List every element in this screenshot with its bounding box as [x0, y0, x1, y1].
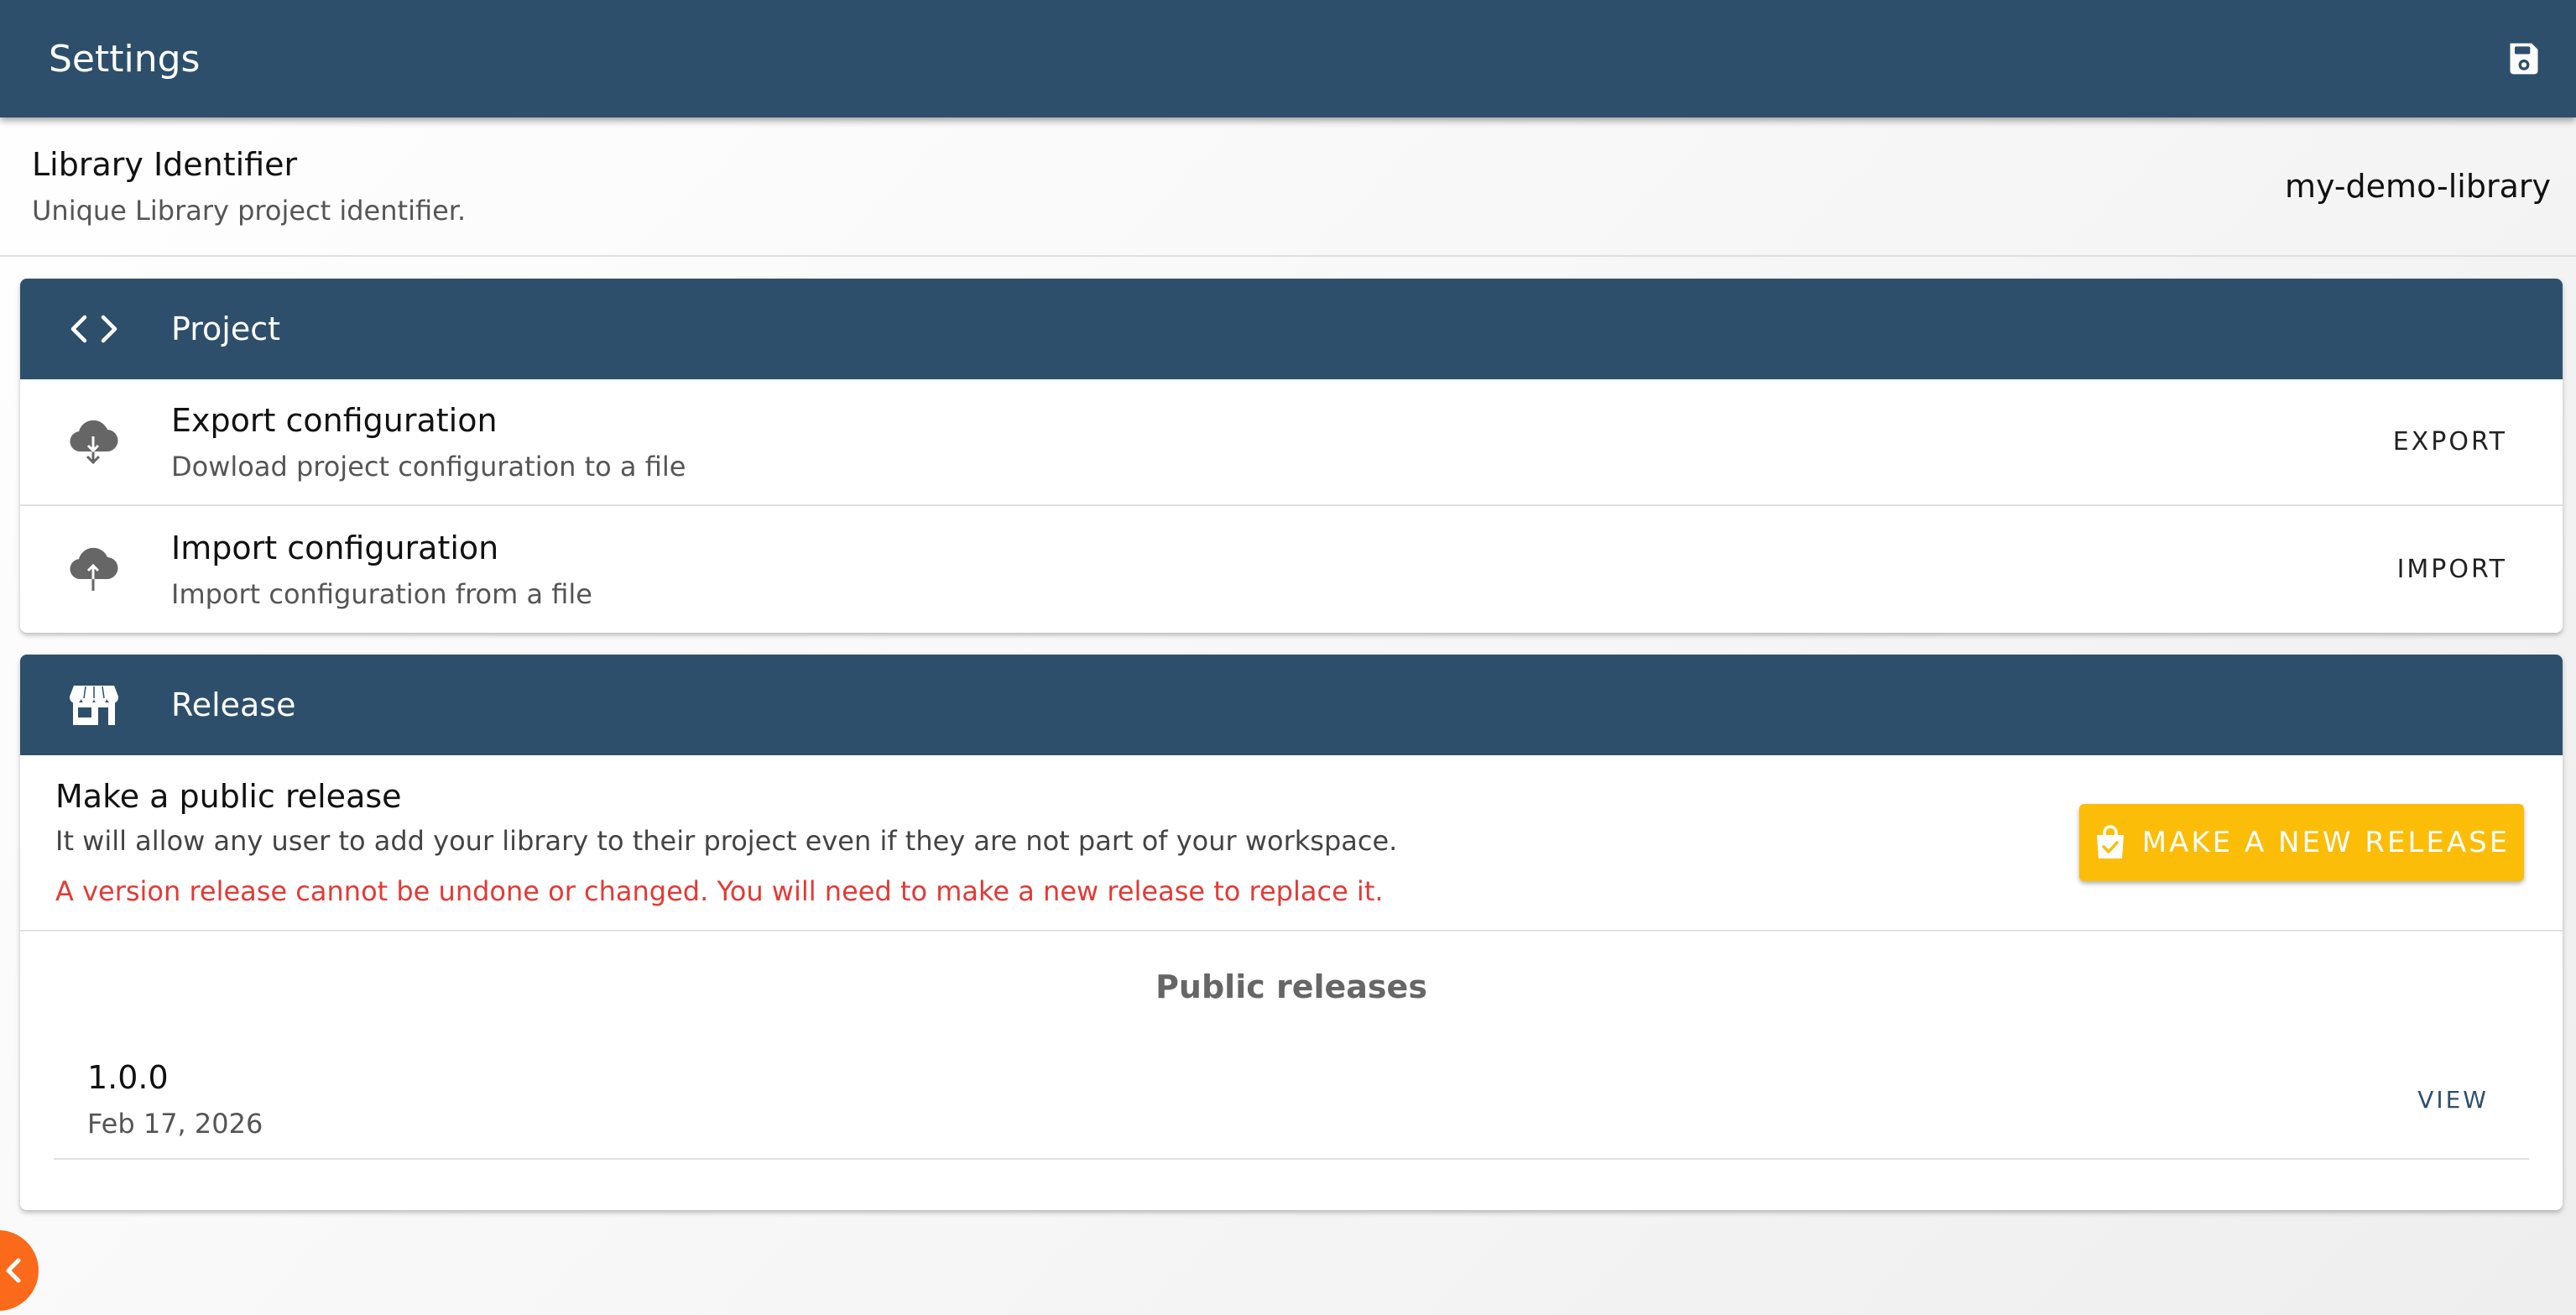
library-identifier-description: Unique Library project identifier. [32, 195, 467, 227]
make-new-release-label: MAKE A NEW RELEASE [2141, 826, 2511, 859]
project-card-header: Project [20, 279, 2563, 379]
library-identifier-value: my-demo-library [2285, 168, 2551, 205]
release-version: 1.0.0 [87, 1059, 169, 1096]
export-button[interactable]: EXPORT [2368, 410, 2563, 473]
cloud-upload-icon [70, 547, 118, 591]
save-button[interactable] [2497, 32, 2551, 86]
shopping-bag-check-icon [2096, 825, 2124, 858]
export-configuration-title: Export configuration [171, 401, 498, 439]
make-release-description: It will allow any user to add your libra… [55, 825, 1398, 857]
make-release-heading: Make a public release [55, 778, 402, 815]
app-header: Settings [0, 0, 2576, 117]
view-release-button[interactable]: VIEW [2417, 1086, 2489, 1114]
export-configuration-item: Export configuration Dowload project con… [20, 379, 2563, 506]
release-date: Feb 17, 2026 [87, 1108, 263, 1140]
release-card: Release Make a public release It will al… [20, 655, 2563, 1210]
library-identifier-row: Library Identifier Unique Library projec… [0, 117, 2576, 257]
import-configuration-item: Import configuration Import configuratio… [20, 506, 2563, 633]
save-icon [2510, 43, 2538, 75]
import-button[interactable]: IMPORT [2372, 538, 2563, 601]
release-warning-text: A version release cannot be undone or ch… [55, 875, 1384, 907]
export-configuration-description: Dowload project configuration to a file [171, 450, 686, 483]
make-release-section: Make a public release It will allow any … [20, 755, 2563, 931]
public-releases-title: Public releases [1155, 968, 1427, 1005]
page-title: Settings [49, 37, 201, 81]
import-configuration-description: Import configuration from a file [171, 577, 592, 610]
project-card: Project Export configuration Dowload pro… [20, 279, 2563, 633]
library-identifier-label: Library Identifier [32, 146, 298, 183]
project-card-title: Project [171, 310, 281, 347]
release-list-item: 1.0.0 Feb 17, 2026 VIEW [54, 1041, 2529, 1160]
cloud-download-icon [70, 420, 118, 464]
release-card-header: Release [20, 655, 2563, 755]
import-configuration-title: Import configuration [171, 529, 499, 566]
release-card-title: Release [171, 686, 296, 723]
chevron-left-icon [6, 1258, 21, 1283]
floating-action-button[interactable] [0, 1230, 39, 1311]
store-icon [69, 686, 119, 725]
make-new-release-button[interactable]: MAKE A NEW RELEASE [2079, 804, 2524, 881]
code-icon [70, 315, 117, 343]
